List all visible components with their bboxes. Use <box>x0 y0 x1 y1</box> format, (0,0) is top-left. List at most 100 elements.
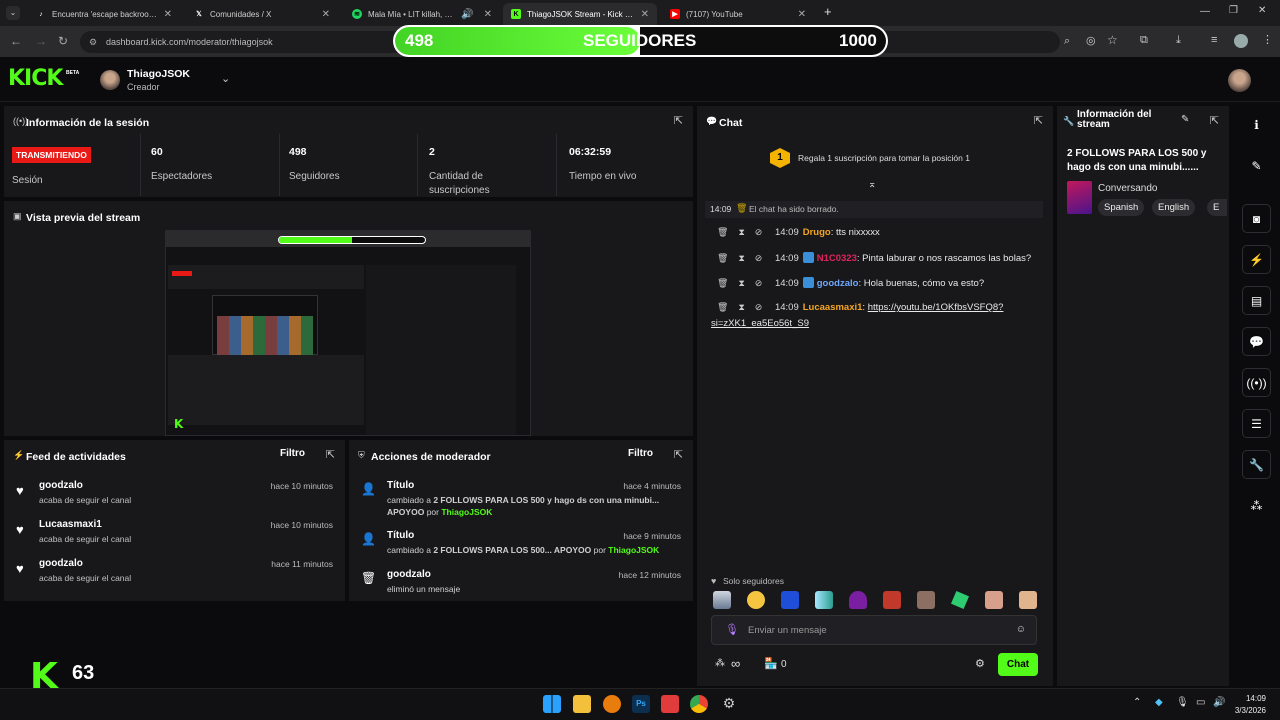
download-icon[interactable]: ⤓ <box>1176 34 1181 47</box>
feed-username[interactable]: goodzalo <box>39 558 83 569</box>
taskbar-time[interactable]: 14:09 <box>1236 694 1266 703</box>
close-tab-icon[interactable]: ✕ <box>322 9 330 20</box>
tray-volume-icon[interactable]: 🔊 <box>1213 697 1225 708</box>
settings-app-icon[interactable]: ⚙ <box>720 695 738 713</box>
ban-icon[interactable]: ⊘ <box>755 302 763 312</box>
emote[interactable] <box>781 591 799 609</box>
lightning-icon[interactable]: ⚡ <box>1242 245 1271 274</box>
mod-user[interactable]: ThiagoJSOK <box>441 507 492 517</box>
windows-start-icon[interactable] <box>543 695 561 713</box>
broadcast-icon[interactable]: ((•)) <box>1242 368 1271 397</box>
browser-tab-active[interactable]: K ThiagoJSOK Stream - Kick Dash ✕ <box>503 3 657 25</box>
message-user[interactable]: goodzalo <box>817 278 859 289</box>
tab-list-button[interactable]: ⌄ <box>6 6 20 20</box>
points-icon[interactable]: ⁂ <box>715 658 725 669</box>
extensions-icon[interactable]: ⧉ <box>1140 34 1148 47</box>
tag-chip[interactable]: English <box>1152 199 1196 216</box>
emote[interactable] <box>849 591 867 609</box>
edit-icon[interactable]: ✎ <box>1181 114 1189 125</box>
zoom-icon[interactable]: ⌕ <box>1064 35 1070 48</box>
kick-logo[interactable]: KICK <box>8 66 63 91</box>
chat-input[interactable]: 🎙 Enviar un mensaje ☺ <box>711 615 1037 645</box>
expand-icon[interactable]: ⇱ <box>1034 114 1043 127</box>
stream-preview-video[interactable]: K <box>165 230 531 436</box>
emote[interactable] <box>713 591 731 609</box>
ban-icon[interactable]: ⊘ <box>755 253 763 263</box>
wps-icon[interactable] <box>661 695 679 713</box>
browser-tab[interactable]: 𝕏 Comunidades / X ✕ <box>186 3 338 25</box>
close-tab-icon[interactable]: ✕ <box>484 9 492 20</box>
profile-icon[interactable] <box>1234 34 1248 48</box>
reload-icon[interactable]: ↻ <box>58 34 68 48</box>
browser-tab[interactable]: ▶ (7107) YouTube ✕ <box>662 3 814 25</box>
emote[interactable] <box>917 591 935 609</box>
site-info-icon[interactable]: ⚙ <box>89 37 97 48</box>
close-tab-icon[interactable]: ✕ <box>164 9 172 20</box>
emote[interactable] <box>815 591 833 609</box>
chat-settings-icon[interactable]: ⚙ <box>975 657 985 670</box>
timeout-icon[interactable]: ⧗ <box>738 253 744 263</box>
mic-icon[interactable]: 🎙 <box>725 623 739 636</box>
mod-user[interactable]: ThiagoJSOK <box>608 545 659 555</box>
info-icon[interactable]: ℹ <box>1242 110 1271 139</box>
tray-app-icon[interactable]: ◆ <box>1155 697 1163 708</box>
ban-icon[interactable]: ⊘ <box>755 278 763 288</box>
expand-icon[interactable]: ⇱ <box>674 448 683 461</box>
feed-filter-button[interactable]: Filtro <box>280 448 305 459</box>
avatar[interactable] <box>100 70 120 90</box>
layers-icon[interactable]: ☰ <box>1242 409 1271 438</box>
chat-message-continued[interactable]: si=zXK1_ea5Eo56t_S9 <box>711 318 809 329</box>
close-tab-icon[interactable]: ✕ <box>641 9 649 20</box>
close-tab-icon[interactable]: ✕ <box>798 9 806 20</box>
emote[interactable] <box>1019 591 1037 609</box>
timeout-icon[interactable]: ⧗ <box>738 227 744 237</box>
trash-icon[interactable]: 🗑 <box>717 278 728 288</box>
tray-mic-icon[interactable]: 🎙 <box>1176 697 1189 708</box>
trash-icon[interactable]: 🗑 <box>717 302 728 312</box>
timeout-icon[interactable]: ⧗ <box>738 278 744 288</box>
category-thumbnail[interactable] <box>1067 181 1092 214</box>
mod-action-name[interactable]: goodzalo <box>387 569 431 580</box>
message-user[interactable]: Lucaasmaxi1 <box>803 302 863 313</box>
gift-sub-prompt[interactable]: Regala 1 suscripción para tomar la posic… <box>798 153 970 163</box>
message-user[interactable]: N1C0323 <box>817 253 857 264</box>
photoshop-icon[interactable]: Ps <box>632 695 650 713</box>
expand-icon[interactable]: ⇱ <box>1210 114 1219 127</box>
emoji-icon[interactable]: ☺ <box>1016 624 1026 635</box>
message-user[interactable]: Drugo <box>803 227 831 238</box>
chrome-icon[interactable] <box>690 695 708 713</box>
expand-icon[interactable]: ⇱ <box>674 114 683 127</box>
browser-tab[interactable]: ♪ Encuentra 'escape backrooms' h ✕ <box>28 3 180 25</box>
minimize-button[interactable]: — <box>1200 6 1210 17</box>
taskbar-date[interactable]: 3/3/2026 <box>1228 706 1266 715</box>
message-link[interactable]: https://youtu.be/1OKfbsVSFQ8? <box>868 302 1004 313</box>
chevron-down-icon[interactable]: ⌄ <box>221 72 230 85</box>
audio-icon[interactable]: 🔊 <box>461 9 473 20</box>
user-avatar[interactable] <box>1228 69 1251 92</box>
emote[interactable] <box>747 591 765 609</box>
chat-icon[interactable]: 💬 <box>1242 327 1271 356</box>
forward-icon[interactable]: → <box>35 34 47 48</box>
store-icon[interactable]: 🏪 <box>764 657 778 670</box>
apps-icon[interactable]: ⁂ <box>1242 491 1271 520</box>
media-icon[interactable]: ≡ <box>1211 34 1217 46</box>
blender-icon[interactable] <box>603 695 621 713</box>
timeout-icon[interactable]: ⧗ <box>738 302 744 312</box>
new-tab-button[interactable]: + <box>824 4 832 19</box>
browser-tab[interactable]: ≋ Mala Mía • LIT killah, Duki 🔊 ✕ <box>344 3 500 25</box>
camera-icon[interactable]: ◙ <box>1242 204 1271 233</box>
emote[interactable] <box>985 591 1003 609</box>
mod-filter-button[interactable]: Filtro <box>628 448 653 459</box>
back-icon[interactable]: ← <box>10 34 22 48</box>
close-window-button[interactable]: ✕ <box>1258 5 1266 16</box>
wrench-icon[interactable]: 🔧 <box>1242 450 1271 479</box>
tray-chevron-icon[interactable]: ⌃ <box>1133 697 1141 708</box>
tag-chip[interactable]: E <box>1207 199 1227 216</box>
maximize-button[interactable]: ❐ <box>1229 5 1238 16</box>
trash-icon[interactable]: 🗑 <box>717 253 728 263</box>
collapse-icon[interactable]: ⌅ <box>868 179 876 190</box>
feed-username[interactable]: goodzalo <box>39 480 83 491</box>
document-icon[interactable]: ▤ <box>1242 286 1271 315</box>
category-name[interactable]: Conversando <box>1098 183 1157 194</box>
expand-icon[interactable]: ⇱ <box>326 448 335 461</box>
